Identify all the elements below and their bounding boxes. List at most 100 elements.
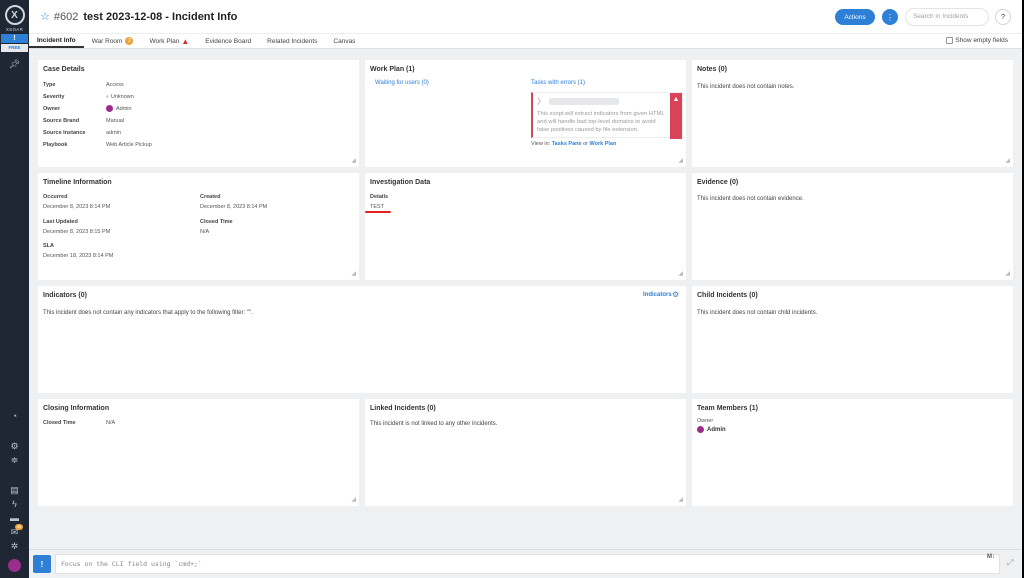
investigation-data-card: Investigation Data Details TEST ◢ (365, 173, 686, 280)
case-details-card: Case Details Type Access Severity ◐ Unkn… (38, 60, 359, 167)
closing-info-card: Closing Information Closed Time N/A ◢ (38, 399, 359, 506)
card-title: Work Plan (1) (370, 66, 415, 73)
resize-handle[interactable]: ◢ (1005, 157, 1010, 164)
page-header: ☆ #602 test 2023-12-08 - Incident Info A… (29, 0, 1022, 33)
pin-icon[interactable]: 📌︎ (9, 60, 20, 69)
field-value: Access (106, 82, 124, 88)
dashboard-gauge-icon[interactable]: ◔ (12, 412, 17, 421)
field-label: Severity (43, 94, 65, 100)
resize-handle[interactable]: ◢ (1005, 270, 1010, 277)
field-value[interactable]: Web Article Pickup (106, 142, 152, 148)
resize-handle[interactable]: ◢ (678, 496, 683, 503)
error-task-card[interactable]: ❯ This script will extract indicators fr… (531, 92, 683, 139)
waiting-for-users-link[interactable]: Waiting for users (0) (375, 80, 429, 86)
indicators-link[interactable]: Indicators (643, 292, 672, 298)
field-label: Occurred (43, 194, 68, 200)
field-value: N/A (200, 229, 210, 235)
inbox-icon[interactable]: ✉︎ 99 (11, 524, 24, 537)
field-label: Source Brand (43, 118, 80, 124)
empty-message: This incident does not contain any indic… (43, 310, 253, 316)
tab-work-plan[interactable]: Work Plan ▲ (141, 34, 197, 48)
book-icon[interactable]: ▤ (10, 486, 19, 495)
owner-label: Owner (697, 418, 714, 424)
field-label: Type (43, 82, 56, 88)
show-empty-fields-toggle[interactable]: Show empty fields (946, 37, 1008, 44)
card-title: Notes (0) (697, 66, 727, 73)
red-underline-annotation (365, 211, 391, 213)
card-title: Team Members (1) (697, 405, 758, 412)
notes-card: Notes (0) This incident does not contain… (692, 60, 1013, 167)
lightning-icon[interactable]: ϟ (12, 500, 17, 509)
view-in-line: View in: Tasks Pane or Work Plan (531, 141, 617, 147)
resize-handle[interactable]: ◢ (351, 496, 356, 503)
alert-icon[interactable]: ! (1, 34, 28, 43)
field-label: Closed Time (200, 219, 233, 225)
actions-button[interactable]: Actions (835, 9, 875, 25)
cli-input[interactable]: Focus on the CLI field using `cmd+;` (55, 554, 1000, 574)
card-title: Linked Incidents (0) (370, 405, 436, 412)
resize-handle[interactable]: ◢ (678, 157, 683, 164)
indicators-card: Indicators (0) Indicators ⚙︎ This incide… (38, 286, 686, 393)
settings-icon[interactable]: ⚙︎ (10, 442, 18, 451)
field-value: ◐ Unknown (106, 94, 134, 100)
field-value: Admin (106, 105, 132, 112)
error-warning-icon: ▲ (670, 93, 682, 139)
empty-message: This incident does not contain evidence. (697, 196, 804, 202)
tab-evidence-board[interactable]: Evidence Board (197, 34, 259, 48)
card-title: Investigation Data (370, 179, 431, 186)
main-window: ☆ #602 test 2023-12-08 - Incident Info A… (29, 0, 1022, 578)
notification-badge: 99 (14, 524, 24, 530)
search-input[interactable]: Search in Incidents (905, 8, 989, 26)
checkbox[interactable] (946, 37, 954, 44)
user-avatar[interactable] (8, 559, 21, 572)
briefcase-icon[interactable]: ▬ (10, 514, 19, 523)
resize-handle[interactable]: ◢ (351, 270, 356, 277)
work-plan-card: Work Plan (1) Waiting for users (0) Task… (365, 60, 686, 167)
field-label: Details (370, 194, 389, 200)
field-label: Playbook (43, 142, 68, 148)
tab-war-room[interactable]: War Room 2 (84, 34, 142, 48)
cli-toggle-button[interactable]: ! (33, 555, 51, 573)
field-value: TEST (370, 204, 385, 210)
field-value: N/A (106, 420, 116, 426)
chevron-right-icon: ❯ (536, 98, 542, 105)
markdown-icon[interactable]: M↓ (987, 554, 995, 560)
tab-bar: Incident Info War Room 2 Work Plan ▲ Evide… (29, 33, 1022, 49)
card-title: Indicators (0) (43, 292, 87, 299)
avatar (106, 105, 113, 112)
xsoar-logo[interactable]: X (4, 5, 25, 25)
field-label: SLA (43, 243, 54, 249)
page-title: test 2023-12-08 - Incident Info (83, 10, 238, 23)
field-value: admin (106, 130, 121, 136)
tab-related-incidents[interactable]: Related Incidents (259, 34, 325, 48)
filter-icon[interactable]: ≑ (11, 456, 19, 465)
tab-incident-info[interactable]: Incident Info (29, 34, 84, 48)
team-member[interactable]: Admin (697, 426, 726, 433)
settings-gear-icon[interactable]: ⚙︎ (672, 290, 679, 299)
star-icon[interactable]: ☆ (40, 10, 50, 23)
resize-handle[interactable]: ◢ (351, 157, 356, 164)
resize-handle[interactable]: ◢ (678, 270, 683, 277)
tab-canvas[interactable]: Canvas (325, 34, 363, 48)
more-options-button[interactable]: ⋮ (882, 9, 898, 25)
warning-icon: ▲ (181, 36, 190, 46)
work-plan-link[interactable]: Work Plan (590, 141, 617, 147)
help-button[interactable]: ? (995, 9, 1011, 25)
cli-bar: ! Focus on the CLI field using `cmd+;` M… (29, 549, 1022, 578)
gear-icon[interactable]: ✲ (11, 542, 19, 551)
field-label: Owner (43, 106, 61, 112)
field-value: Manual (106, 118, 125, 124)
child-incidents-card: Child Incidents (0) This incident does n… (692, 286, 1013, 393)
card-title: Timeline Information (43, 179, 112, 186)
field-value: December 18, 2023 8:14 PM (43, 253, 114, 259)
evidence-card: Evidence (0) This incident does not cont… (692, 173, 1013, 280)
sidebar: X XSOAR ! FREE 📌︎ ◔ ⚙︎ ≑ ▤ ϟ ▬ ✉︎ 99 ✲ (0, 0, 29, 578)
tasks-pane-link[interactable]: Tasks Pane (552, 141, 582, 147)
expand-icon[interactable]: ⤢ (1007, 558, 1013, 568)
empty-message: This incident does not contain notes. (697, 84, 795, 90)
tasks-with-errors-link[interactable]: Tasks with errors (1) (531, 80, 585, 86)
field-label: Last Updated (43, 219, 78, 225)
field-label: Source Instance (43, 130, 86, 136)
field-value: December 8, 2023 8:14 PM (200, 204, 268, 210)
logo-text: XSOAR (5, 27, 24, 32)
